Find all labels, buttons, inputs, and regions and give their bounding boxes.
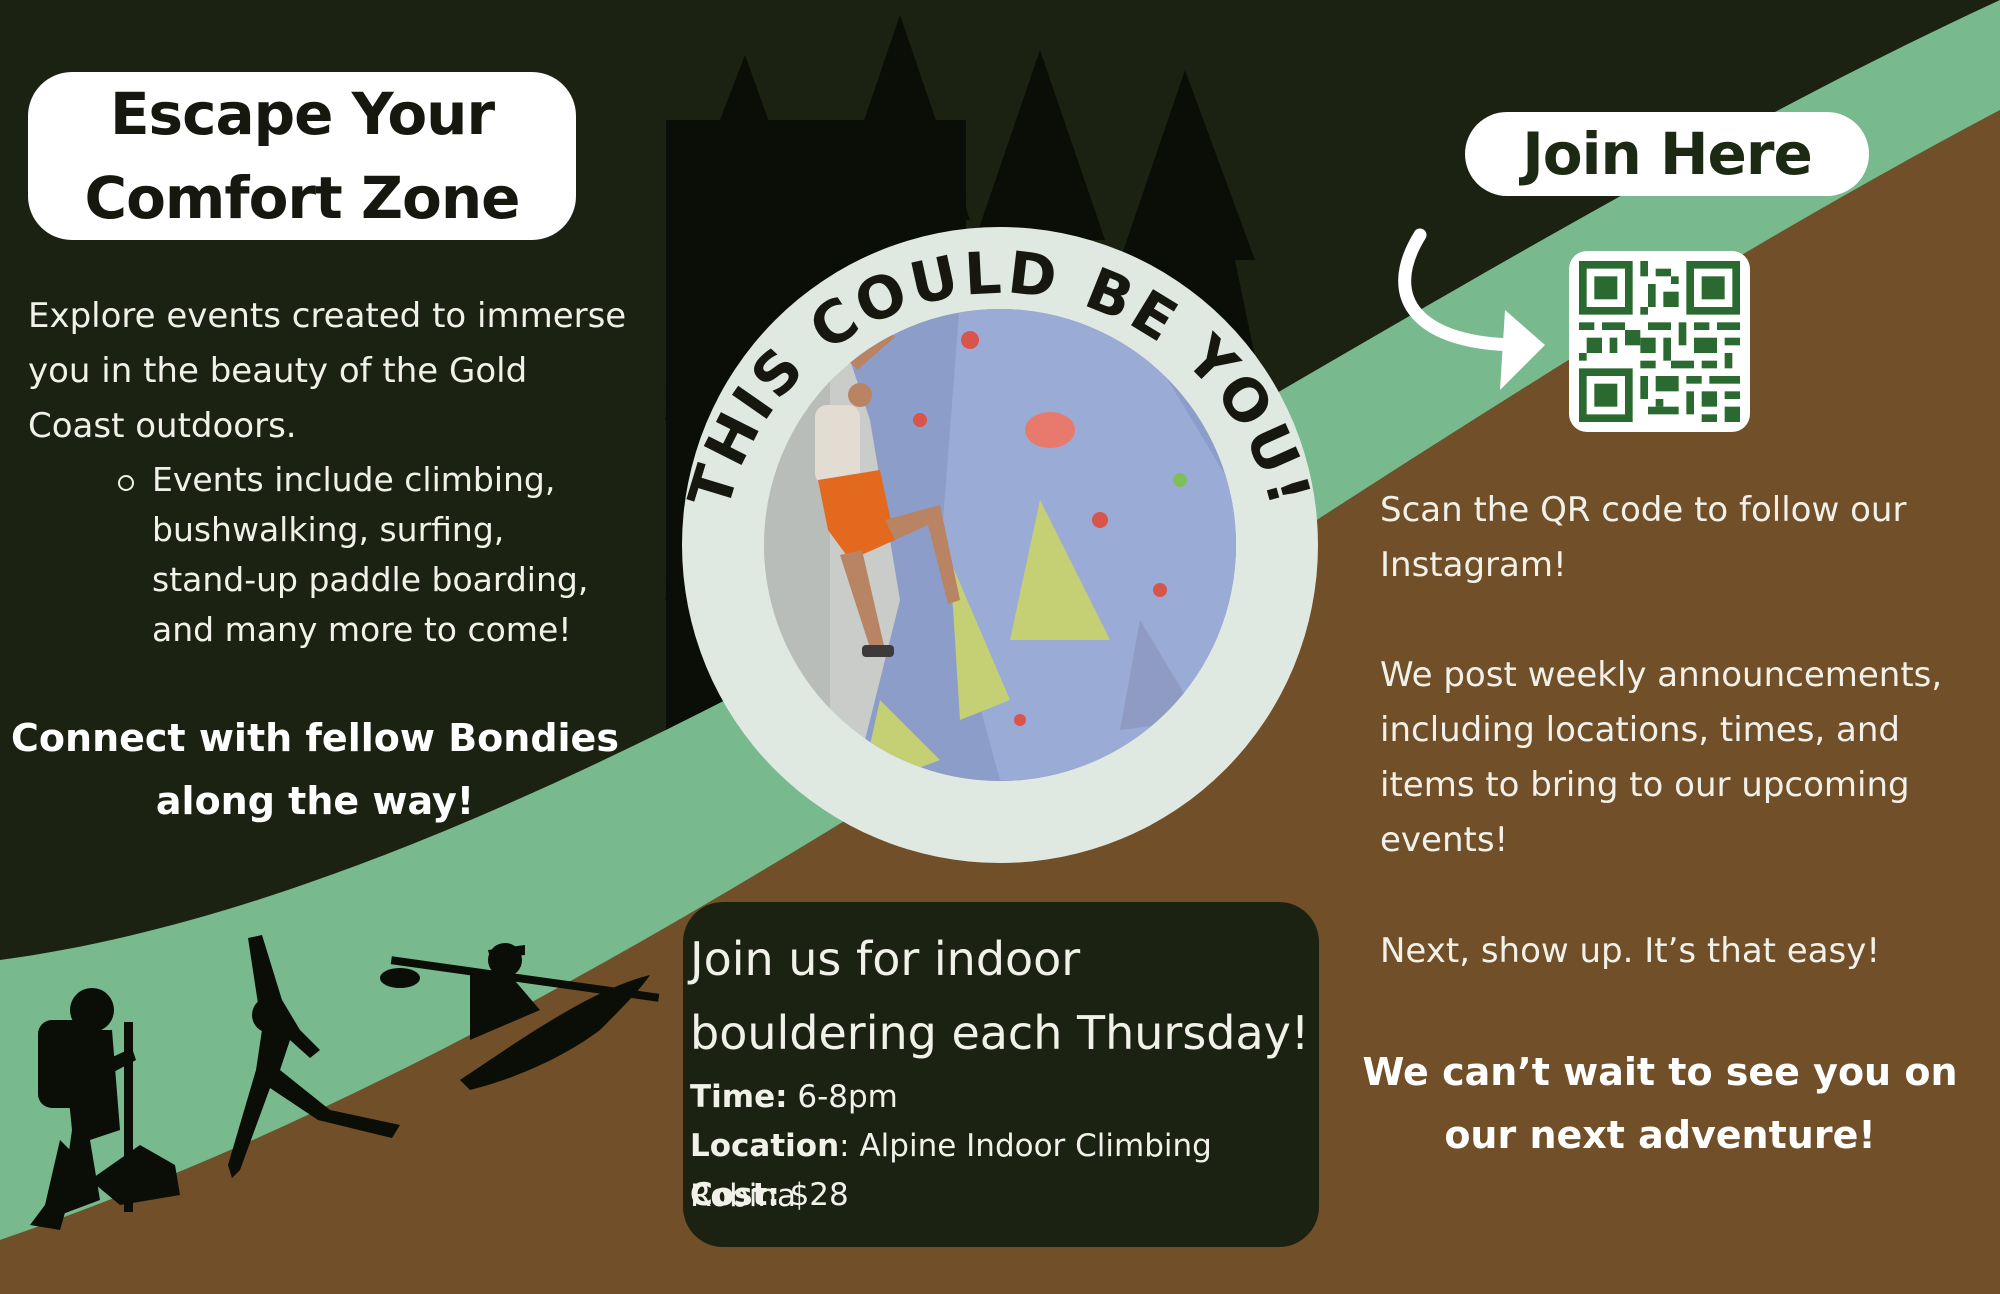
scan-instructions: Scan the QR code to follow our Instagram… [1380,490,1907,585]
qr-code-icon[interactable] [1569,251,1750,432]
cost-value: $28 [789,1177,849,1213]
title-line-1: Escape Your [109,80,495,148]
events-bullet: Events include climbing, bushwalking, su… [152,460,589,649]
weekly-announcements-text: We post weekly announcements, including … [1380,655,1943,860]
show-up-text: Next, show up. It’s that easy! [1380,931,1881,971]
cost-label: Cost: [690,1177,780,1213]
event-time: Time: 6-8pm [690,1072,1320,1122]
time-value: 6-8pm [797,1079,898,1115]
location-label: Location [690,1128,840,1164]
title-line-2: Comfort Zone [84,164,521,232]
join-here-button[interactable]: Join Here [1465,112,1869,196]
bullet-icon [118,475,134,491]
closing-tagline: We can’t wait to see you on our next adv… [1362,1050,1958,1157]
intro-text: Explore events created to immerse you in… [28,296,627,446]
event-cost: Cost: $28 [690,1170,1320,1220]
event-heading: Join us for indoor bouldering each Thurs… [690,932,1310,1060]
connect-tagline: Connect with fellow Bondies along the wa… [11,716,619,823]
title-badge: Escape Your Comfort Zone [28,72,576,240]
poster: THIS COULD BE YOU! Escape Your Comfort Z… [0,0,2000,1294]
time-label: Time: [690,1079,788,1115]
